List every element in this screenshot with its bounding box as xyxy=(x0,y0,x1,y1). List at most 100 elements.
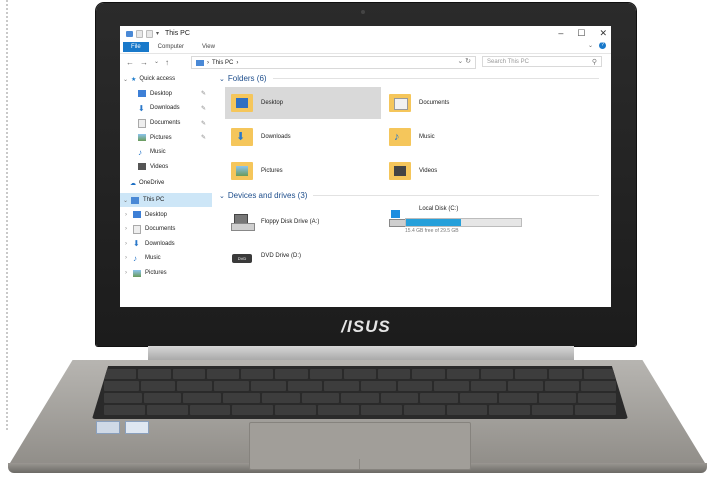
search-placeholder: Search This PC xyxy=(487,58,529,65)
keyboard-key xyxy=(183,393,221,403)
back-arrow-icon[interactable]: ← xyxy=(126,58,134,67)
keyboard-key xyxy=(146,405,188,415)
keyboard-key xyxy=(138,369,171,379)
computer-icon xyxy=(131,196,140,204)
nav-onedrive-label: OneDrive xyxy=(139,180,165,187)
asus-logo: /ISUS xyxy=(341,317,391,336)
videos-folder-icon xyxy=(389,162,411,180)
folder-tile-desktop[interactable]: Desktop xyxy=(225,87,381,119)
keyboard-key xyxy=(301,393,340,403)
expand-arrow-icon[interactable]: › xyxy=(125,226,127,232)
tab-view[interactable]: View xyxy=(193,44,224,50)
pin-icon[interactable]: ✎ xyxy=(201,105,206,112)
touchpad-divider xyxy=(359,459,360,469)
folder-tile-pictures[interactable]: Pictures xyxy=(225,155,381,187)
toolbar-dropdown-icon[interactable]: ▾ xyxy=(156,30,159,37)
keyboard-key xyxy=(378,369,411,379)
film-icon xyxy=(138,163,146,171)
keyboard-key xyxy=(343,369,377,379)
nav-pc-documents[interactable]: › Documents xyxy=(120,222,212,237)
keyboard-key xyxy=(341,393,379,403)
folder-label: Pictures xyxy=(261,168,283,174)
nav-item-label: Desktop xyxy=(150,90,173,97)
keyboard-key xyxy=(412,369,445,379)
picture-icon xyxy=(133,269,141,277)
keyboard-key xyxy=(143,393,182,403)
devices-group-label: Devices and drives (3) xyxy=(227,191,308,200)
tab-computer[interactable]: Computer xyxy=(149,44,193,50)
pin-icon[interactable]: ✎ xyxy=(201,90,206,97)
keyboard-key xyxy=(241,369,274,379)
film-badge-icon xyxy=(394,166,406,176)
drive-tile-floppy[interactable]: Floppy Disk Drive (A:) xyxy=(225,206,381,238)
pc-icon xyxy=(196,59,204,66)
nav-item-label: Music xyxy=(145,255,161,262)
folder-tile-music[interactable]: ♪ Music xyxy=(383,121,543,153)
up-arrow-icon[interactable]: ↑ xyxy=(165,58,169,67)
keyboard-key xyxy=(324,381,360,391)
nav-item-videos[interactable]: Videos xyxy=(120,160,212,175)
collapse-arrow-icon[interactable]: ⌄ xyxy=(123,197,128,204)
expand-arrow-icon[interactable]: › xyxy=(125,255,127,261)
ribbon-tabs: File Computer View ⌄ ? xyxy=(120,41,611,54)
nav-item-downloads[interactable]: ⬇ Downloads ✎ xyxy=(120,101,212,116)
nav-quick-access[interactable]: ⌄ ★ Quick access xyxy=(120,72,212,87)
expand-arrow-icon[interactable]: › xyxy=(125,270,127,276)
nav-item-desktop[interactable]: Desktop ✎ xyxy=(120,87,212,102)
tab-file[interactable]: File xyxy=(123,42,149,52)
keyboard-key xyxy=(140,381,176,391)
nav-item-pictures[interactable]: Pictures ✎ xyxy=(120,130,212,145)
folders-group-header[interactable]: ⌄ Folders (6) xyxy=(219,74,599,83)
recent-dropdown-icon[interactable]: ⌄ xyxy=(154,58,159,67)
nav-pc-downloads[interactable]: › ⬇ Downloads xyxy=(120,237,212,252)
breadcrumb-separator-2[interactable]: › xyxy=(236,60,238,66)
new-folder-icon[interactable] xyxy=(146,29,153,38)
nav-item-documents[interactable]: Documents ✎ xyxy=(120,116,212,131)
document-icon xyxy=(133,224,141,234)
devices-group-header[interactable]: ⌄ Devices and drives (3) xyxy=(219,191,599,200)
keyboard-key xyxy=(549,369,582,379)
nav-pc-desktop[interactable]: › Desktop xyxy=(120,207,212,222)
maximize-button[interactable]: ☐ xyxy=(577,28,585,39)
local-disk-label: Local Disk (C:) xyxy=(419,206,459,212)
nav-onedrive[interactable]: ☁ OneDrive xyxy=(120,176,212,191)
window-title: This PC xyxy=(165,30,190,37)
search-input[interactable]: Search This PC ⚲ xyxy=(482,56,602,67)
forward-arrow-icon[interactable]: → xyxy=(140,58,148,67)
expand-arrow-icon[interactable]: › xyxy=(125,241,127,247)
folder-tile-videos[interactable]: Videos xyxy=(383,155,543,187)
properties-icon[interactable] xyxy=(136,29,143,38)
help-icon[interactable]: ? xyxy=(599,42,606,49)
pin-icon[interactable]: ✎ xyxy=(201,120,206,127)
nav-item-music[interactable]: ♪ Music xyxy=(120,145,212,160)
keyboard-key xyxy=(177,381,213,391)
pin-icon[interactable]: ✎ xyxy=(201,134,206,141)
minimize-button[interactable]: – xyxy=(558,28,563,39)
keyboard-key xyxy=(360,405,402,415)
keyboard-key xyxy=(222,393,261,403)
expand-arrow-icon[interactable]: › xyxy=(125,212,127,218)
nav-this-pc[interactable]: ⌄ This PC xyxy=(120,192,212,208)
expand-ribbon-icon[interactable]: ⌄ xyxy=(588,42,593,49)
keyboard-key xyxy=(287,381,323,391)
folder-tile-downloads[interactable]: ⬇ Downloads xyxy=(225,121,381,153)
nav-item-label: Pictures xyxy=(145,270,167,277)
webcam xyxy=(361,10,365,14)
refresh-icon[interactable]: ⌄ ↻ xyxy=(457,57,471,65)
keyboard xyxy=(92,366,628,419)
address-field[interactable]: › This PC › ⌄ ↻ xyxy=(191,56,476,69)
nav-item-label: Desktop xyxy=(145,211,168,218)
key-row xyxy=(92,381,628,391)
title-bar: ▾ This PC – ☐ ✕ xyxy=(120,26,611,41)
drive-tile-dvd[interactable]: DVD DVD Drive (D:) xyxy=(225,240,381,272)
key-row xyxy=(92,393,628,403)
collapse-arrow-icon[interactable]: ⌄ xyxy=(123,76,128,83)
close-button[interactable]: ✕ xyxy=(599,28,607,39)
folder-tile-documents[interactable]: Documents xyxy=(383,87,543,119)
breadcrumb-this-pc[interactable]: This PC xyxy=(212,60,233,66)
keyboard-key xyxy=(420,393,458,403)
window-controls: – ☐ ✕ xyxy=(558,28,607,39)
nav-pc-music[interactable]: › ♪ Music xyxy=(120,251,212,266)
group-divider xyxy=(272,78,599,79)
nav-pc-pictures[interactable]: › Pictures xyxy=(120,266,212,281)
